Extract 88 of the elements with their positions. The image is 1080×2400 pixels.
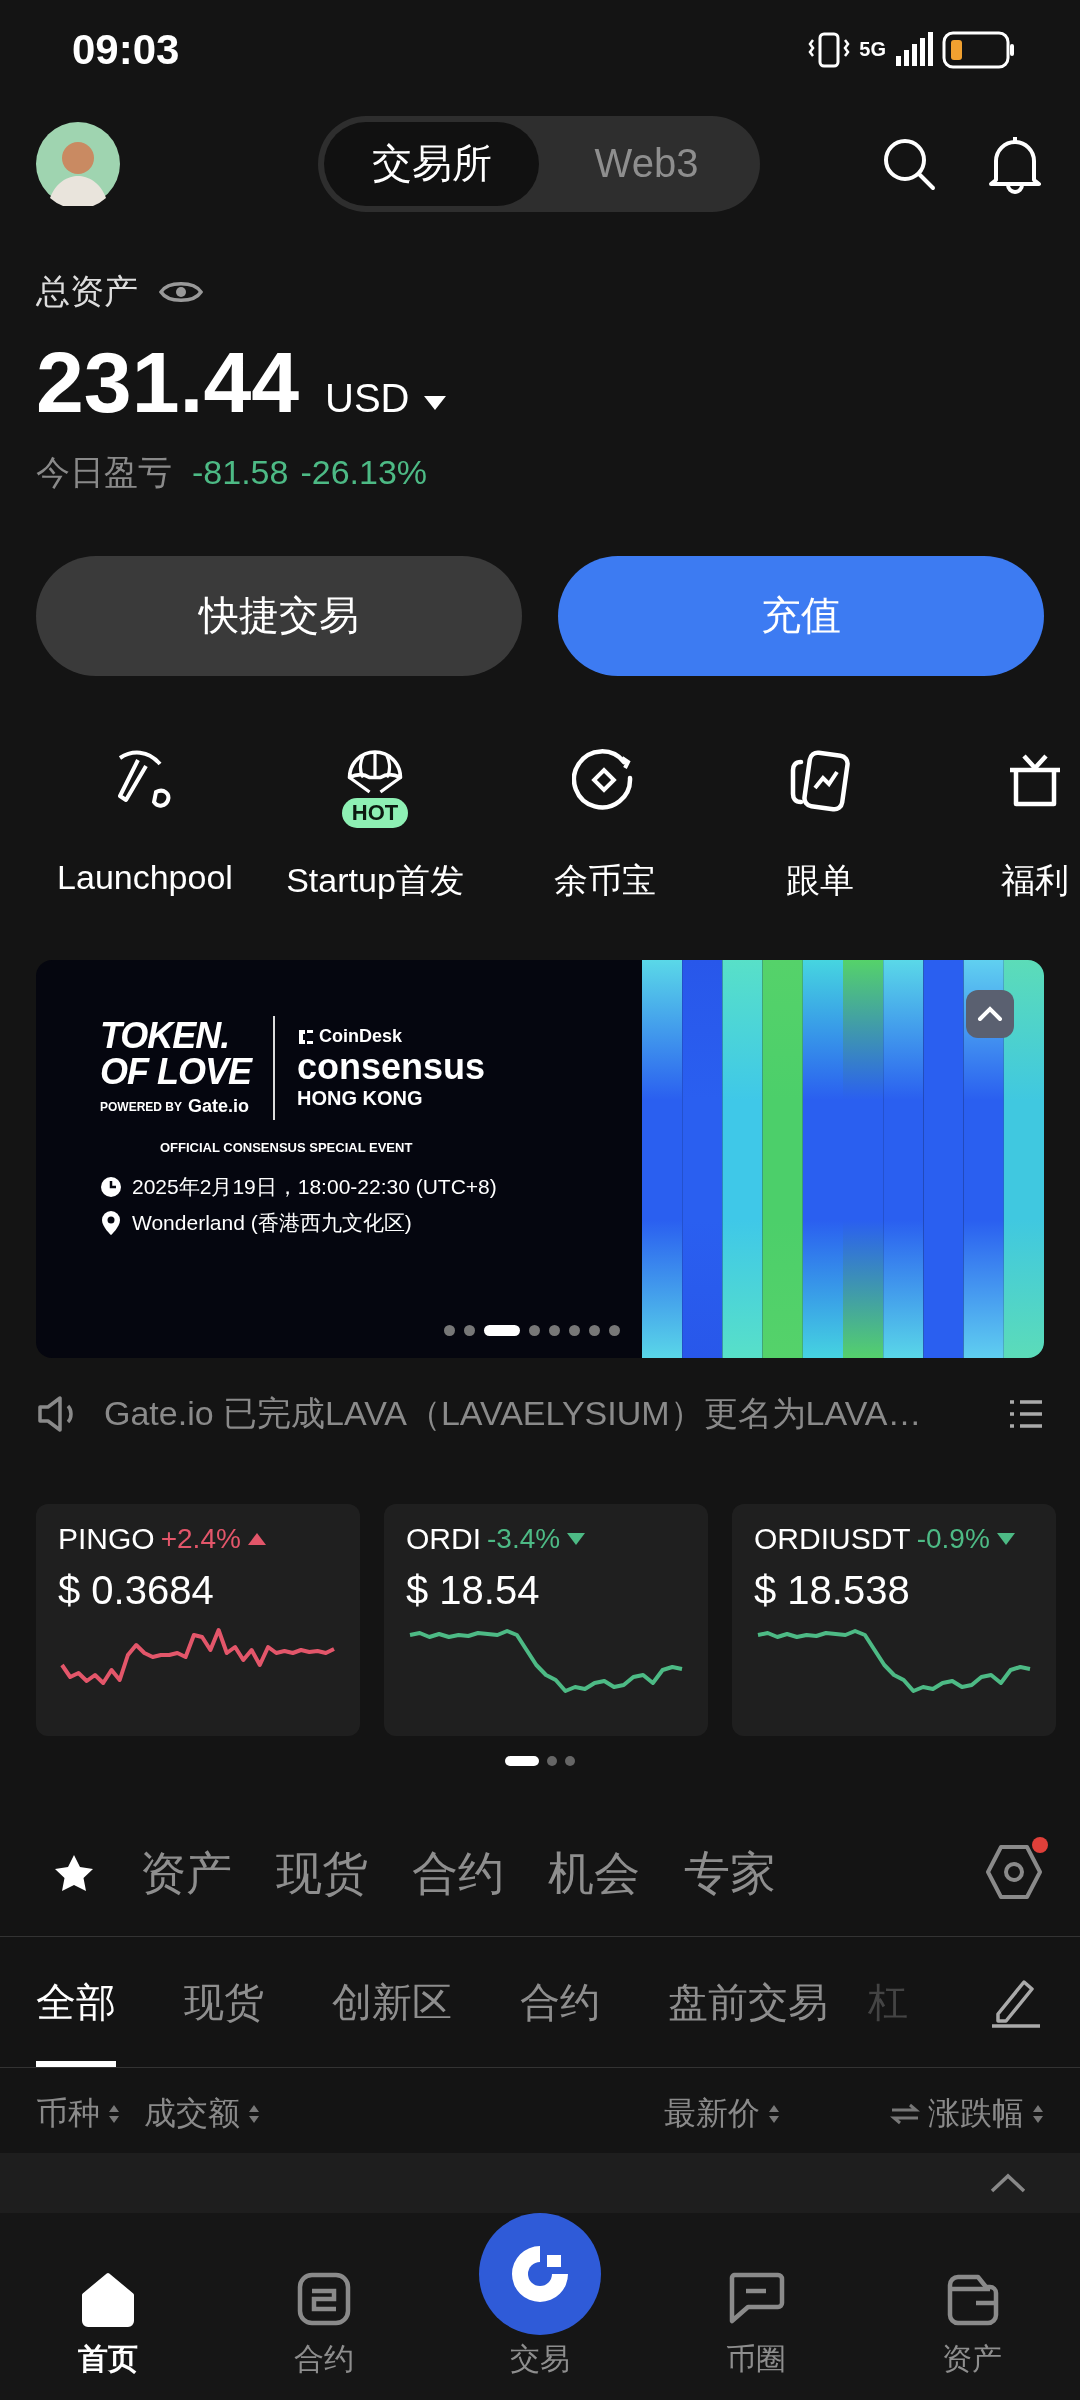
triangle-up-icon: [246, 1531, 267, 1546]
announcement-text[interactable]: Gate.io 已完成LAVA（LAVAELYSIUM）更名为LAVA…: [104, 1391, 984, 1437]
segment-tab[interactable]: 交易所: [324, 121, 539, 206]
filter-tab[interactable]: 全部: [36, 1936, 116, 2067]
shortcut-label[interactable]: Launchpool: [57, 857, 233, 897]
settings-icon[interactable]: [984, 1842, 1044, 1901]
battery-icon: [942, 30, 1016, 69]
caret-icon[interactable]: [421, 393, 448, 412]
ticker-card[interactable]: ORDI -3.4% $ 18.54: [384, 1503, 708, 1736]
filter-tab[interactable]: 现货: [184, 1936, 264, 2067]
market-tab[interactable]: 机会: [548, 1842, 640, 1905]
list-icon[interactable]: [1008, 1398, 1044, 1430]
segment-tab[interactable]: Web3: [539, 121, 754, 206]
ticker-symbol: ORDI: [406, 1521, 481, 1556]
home-icon: [80, 2271, 136, 2327]
market-tab[interactable]: 资产: [140, 1842, 232, 1905]
carousel-dot[interactable]: [565, 1755, 575, 1766]
filter-tab[interactable]: 盘前交易: [668, 1936, 828, 2067]
brand-text: Gate.io: [188, 1096, 250, 1118]
pnl-label: 今日盈亏: [36, 451, 172, 493]
nav-tab[interactable]: 资产: [864, 2271, 1080, 2380]
market-tab[interactable]: 专家: [684, 1842, 776, 1905]
ticker-card[interactable]: PINGO +2.4% $ 0.3684: [36, 1503, 360, 1736]
event-logo-text: TOKEN.: [100, 1018, 231, 1055]
clock-icon: [100, 1175, 122, 1198]
carousel-dot[interactable]: [569, 1325, 580, 1337]
event-subtitle: OFFICIAL CONSENSUS SPECIAL EVENT: [160, 1139, 414, 1155]
carousel-dot[interactable]: [547, 1755, 557, 1766]
total-assets-label: 总资产: [36, 270, 138, 312]
filter-tab[interactable]: 合约: [520, 1936, 600, 2067]
ticker-change: +2.4%: [160, 1522, 241, 1555]
location-pin-icon: [100, 1209, 122, 1236]
contract-icon: [296, 2271, 352, 2327]
triangle-down-icon: [995, 1531, 1016, 1546]
event-date: 2025年2月19日，18:00-22:30 (UTC+8): [132, 1173, 497, 1200]
carousel-dot[interactable]: [549, 1325, 560, 1337]
promo-banner[interactable]: TOKEN. OF LOVE POWERED BY Gate.io CoinDesk consensus HONG KONG OFFICIAL CONSENSUS SPECIAL EVENT 2025年2月19日，18:00-22:30 (UTC+8) Wonderland (香港西九文化区): [36, 959, 1044, 1359]
carousel-dot[interactable]: [444, 1325, 455, 1337]
ticker-change: -3.4%: [487, 1522, 561, 1555]
quick-trade-button[interactable]: 快捷交易: [36, 555, 522, 676]
pnl-amount: -81.58: [192, 453, 289, 493]
ticker-card[interactable]: ORDIUSDT -0.9% $ 18.538: [732, 1503, 1056, 1736]
avatar[interactable]: [36, 122, 120, 207]
market-tab[interactable]: 合约: [412, 1842, 504, 1905]
filter-tab[interactable]: 创新区: [332, 1936, 452, 2067]
nav-tab[interactable]: 交易: [432, 2213, 648, 2380]
currency-selector[interactable]: USD: [325, 375, 410, 421]
triangle-down-icon: [566, 1531, 587, 1546]
bell-icon[interactable]: [986, 134, 1044, 195]
status-time: 09:03: [72, 25, 180, 74]
pnl-percent: -26.13%: [300, 453, 428, 493]
ticker-price: $ 18.54: [406, 1567, 541, 1613]
carousel-dot[interactable]: [529, 1325, 540, 1337]
partner-logo-text: CoinDesk: [319, 1026, 403, 1048]
ticker-change: -0.9%: [916, 1522, 990, 1555]
ticker-price: $ 18.538: [754, 1567, 911, 1613]
column-header[interactable]: 涨跌幅: [928, 2092, 1024, 2137]
ticker-symbol: PINGO: [58, 1521, 155, 1556]
total-assets-value: 231.44: [36, 332, 300, 432]
nav-tab[interactable]: 首页: [0, 2271, 216, 2380]
signal-icon: [894, 31, 934, 68]
shortcut-label[interactable]: 余币宝: [554, 857, 656, 904]
collapse-button[interactable]: [966, 989, 1014, 1038]
carousel-dot[interactable]: [589, 1325, 600, 1337]
market-tab[interactable]: 现货: [276, 1842, 368, 1905]
shortcut-label[interactable]: Startup首发: [286, 857, 464, 904]
shortcut-label[interactable]: 福利: [1001, 857, 1069, 904]
hot-badge: HOT: [341, 797, 409, 828]
ticker-symbol: ORDIUSDT: [754, 1521, 911, 1556]
network-label: 5G: [859, 38, 886, 62]
column-header[interactable]: 最新价: [664, 2092, 760, 2137]
event-city: HONG KONG: [297, 1086, 424, 1110]
deposit-button[interactable]: 充值: [558, 555, 1044, 676]
coindesk-icon: [297, 1027, 315, 1046]
nav-tab[interactable]: 合约: [216, 2271, 432, 2380]
ticker-price: $ 0.3684: [58, 1567, 215, 1613]
column-header[interactable]: 成交额: [144, 2092, 240, 2137]
nav-tab[interactable]: 币圈: [648, 2271, 864, 2380]
column-header[interactable]: 币种: [36, 2092, 100, 2137]
event-venue: Wonderland (香港西九文化区): [132, 1209, 412, 1236]
powered-by-text: POWERED BY: [100, 1099, 182, 1114]
carousel-dot[interactable]: [609, 1325, 620, 1337]
parachute-icon[interactable]: [345, 747, 405, 796]
shortcut-label[interactable]: 跟单: [786, 857, 854, 904]
event-name: consensus: [297, 1047, 486, 1087]
event-logo-text: OF LOVE: [100, 1054, 251, 1091]
swap-icon[interactable]: [890, 2103, 920, 2126]
carousel-dot[interactable]: [464, 1325, 475, 1337]
